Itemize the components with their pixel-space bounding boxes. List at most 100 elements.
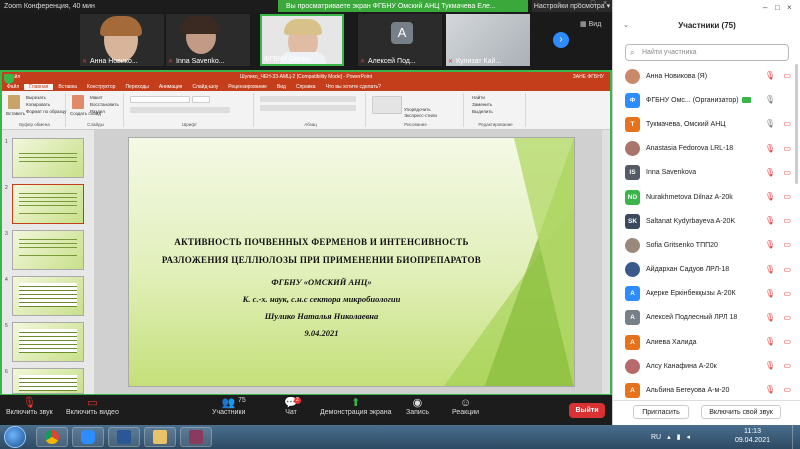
participant-list-scrollbar[interactable] (795, 64, 798, 184)
leave-button[interactable]: Выйти (569, 403, 605, 418)
vertical-scrollbar[interactable] (602, 130, 610, 394)
font-format-buttons[interactable] (130, 107, 230, 113)
participant-row[interactable]: Т Тукмачева, Омский АНЦ 🎙 ▭ (613, 112, 800, 136)
close-icon[interactable]: × (600, 0, 610, 12)
ppt-tab[interactable]: Слайд-шоу (187, 84, 223, 90)
participant-row[interactable]: ФФГБНУ Омс... (Организатор)🎙▭ (613, 88, 800, 112)
arrange-button[interactable]: Упорядочить (404, 107, 431, 112)
zoom-taskbar-icon[interactable] (72, 427, 104, 447)
slide-thumbnail[interactable]: 3 (5, 230, 84, 270)
minimize-icon[interactable]: – (763, 3, 767, 12)
participant-row[interactable]: Anastasia Fedorova LRL-18 🎙 ▭ (613, 137, 800, 161)
maximize-icon[interactable]: □ (775, 3, 780, 12)
participant-row[interactable]: SK Saltanat Kydyrbayeva A-20K 🎙 ▭ (613, 209, 800, 233)
layout-button[interactable]: Макет (90, 95, 103, 100)
show-desktop-button[interactable] (792, 425, 800, 449)
avatar: Ф (625, 92, 640, 108)
ppt-tab-home[interactable]: Главная (24, 83, 54, 90)
slide-thumbnail[interactable]: 6 (5, 368, 84, 394)
avatar: А (625, 310, 640, 326)
maximize-icon[interactable]: □ (588, 0, 598, 12)
ppt-tell-me[interactable]: Что вы хотите сделать? (321, 84, 386, 90)
select-button[interactable]: Выделить (472, 109, 493, 114)
current-slide[interactable]: АКТИВНОСТЬ ПОЧВЕННЫХ ФЕРМЕНОВ И ИНТЕНСИВ… (128, 137, 575, 387)
slide-thumbnail-selected[interactable]: 2 (5, 184, 84, 224)
window-title: Zoom Конференция, 40 мин (4, 2, 95, 10)
word-taskbar-icon[interactable] (108, 427, 140, 447)
video-tile[interactable]: ✕ Анна Новико... (80, 14, 164, 66)
slide-thumbnail[interactable]: 5 (5, 322, 84, 362)
volume-icon[interactable]: ◂ (686, 433, 690, 441)
start-video-button[interactable]: ▭ Включить видео (66, 397, 119, 423)
ppt-tab[interactable]: Файл (2, 84, 24, 90)
video-tile-active[interactable]: ФГБНУ Омски... (260, 14, 344, 66)
chat-button[interactable]: 💬 2 Чат (284, 397, 301, 423)
participant-search-input[interactable]: ⌕ Найти участника (625, 44, 789, 61)
font-size-select[interactable] (192, 96, 210, 103)
participant-row[interactable]: IS Inna Savenkova 🎙 ▭ (613, 161, 800, 185)
video-tile[interactable]: ✕ Inna Savenko... (166, 14, 250, 66)
language-indicator[interactable]: RU (651, 434, 661, 441)
alignment-buttons[interactable] (260, 105, 356, 111)
archive-taskbar-icon[interactable] (180, 427, 212, 447)
quick-styles-button[interactable]: Экспресс-стили (404, 113, 437, 118)
participant-row[interactable]: ND Nurakhmetova Dilnaz A-20k 🎙 ▭ (613, 185, 800, 209)
avatar (625, 68, 640, 84)
slide-author-position: К. с.-х. наук, с.н.с сектора микробиолог… (242, 294, 401, 304)
participant-row[interactable]: Алсу Канафина А-20к 🎙 ▭ (613, 354, 800, 378)
ppt-tab[interactable]: Вставка (53, 84, 82, 90)
ppt-tab[interactable]: Конструктор (82, 84, 121, 90)
mic-muted-icon: ✕ (360, 58, 366, 65)
invite-button[interactable]: Пригласить (633, 405, 689, 419)
ppt-tab[interactable]: Справка (291, 84, 321, 90)
explorer-taskbar-icon[interactable] (144, 427, 176, 447)
avatar: А (625, 383, 640, 399)
reset-button[interactable]: Восстановить (90, 102, 119, 107)
cut-button[interactable]: Вырезать (26, 95, 46, 100)
participant-row[interactable]: А Алиева Халида 🎙 ▭ (613, 330, 800, 354)
participant-row[interactable]: Анна Новикова (Я) 🎙 ▭ (613, 64, 800, 88)
video-tile-label: Алексей Под... (368, 58, 416, 65)
participant-name: Алсу Канафина А-20к (646, 362, 717, 370)
shapes-gallery[interactable] (372, 96, 402, 114)
ppt-tab[interactable]: Анимация (154, 84, 187, 90)
participant-video-hair (100, 16, 142, 36)
screen: Zoom Конференция, 40 мин Вы просматривае… (0, 0, 800, 449)
replace-button[interactable]: Заменить (472, 102, 492, 107)
participant-row[interactable]: А Алексей Подлесный ЛРЛ 18 🎙 ▭ (613, 306, 800, 330)
paste-button[interactable]: Вставить (6, 111, 25, 116)
participant-row[interactable]: А Альбина Бегеуова А-м-20 🎙 ▭ (613, 378, 800, 400)
font-family-select[interactable] (130, 96, 190, 103)
slide-thumbnail[interactable]: 4 (5, 276, 84, 316)
chrome-taskbar-icon[interactable] (36, 427, 68, 447)
reactions-button[interactable]: ☺ Реакции (452, 397, 479, 423)
tray-arrow-icon[interactable]: ▴ (667, 433, 671, 441)
mic-muted-icon: 🎙 (764, 240, 775, 250)
participant-row[interactable]: Айдархан Садуов ЛРЛ-18 🎙 ▭ (613, 258, 800, 282)
ppt-tab[interactable]: Переходы (120, 84, 153, 90)
slide-number: 3 (5, 231, 8, 237)
close-icon[interactable]: × (787, 3, 792, 12)
next-page-button[interactable]: › (553, 32, 569, 48)
record-button[interactable]: ◉ Запись (406, 397, 429, 423)
section-button[interactable]: Раздел (90, 109, 105, 114)
system-clock[interactable]: 11:13 09.04.2021 (735, 427, 770, 445)
ppt-tab[interactable]: Вид (272, 84, 291, 90)
find-button[interactable]: Найти (472, 95, 485, 100)
slide-thumbnail[interactable]: 1 (5, 138, 84, 178)
share-screen-button[interactable]: ⬆ Демонстрация экрана (320, 397, 392, 423)
video-tile[interactable]: А ✕ Алексей Под... (358, 14, 442, 66)
participant-row[interactable]: А Ақерке Еркінбекқызы А-20К 🎙 ▭ (613, 282, 800, 306)
ppt-tab[interactable]: Рецензирование (223, 84, 272, 90)
network-icon[interactable]: ▮ (677, 433, 681, 441)
unmute-button[interactable]: 🎙 Включить звук (6, 397, 53, 423)
paragraph-buttons[interactable] (260, 96, 356, 102)
participant-row[interactable]: Sofia Gritsenko ТПП20 🎙 ▭ (613, 233, 800, 257)
unmute-me-button[interactable]: Включить свой звук (701, 405, 781, 419)
format-painter-button[interactable]: Формат по образцу (26, 109, 66, 114)
copy-button[interactable]: Копировать (26, 102, 50, 107)
minimize-icon[interactable]: – (574, 0, 584, 12)
start-button[interactable] (4, 426, 26, 448)
video-tile[interactable]: ✕ Кулизат Кай... (446, 14, 530, 66)
video-tile-name: ФГБНУ Омски... (264, 56, 316, 63)
